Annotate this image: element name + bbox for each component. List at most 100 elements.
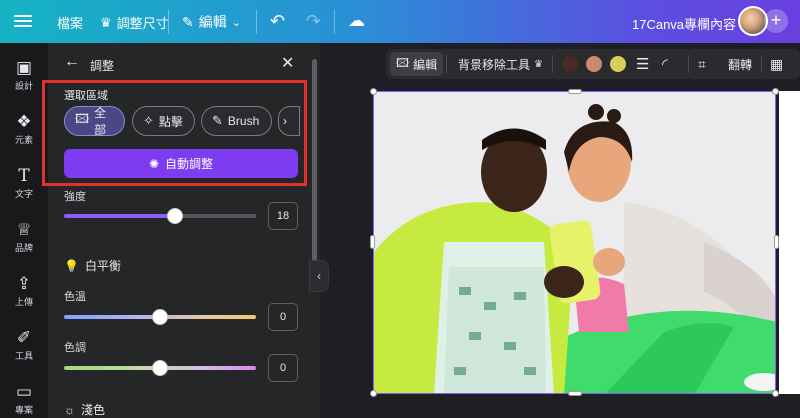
panel-scrollbar[interactable] (312, 59, 317, 264)
shapes-icon: ❖ (16, 112, 32, 131)
rail-item-label: 工具 (14, 351, 33, 361)
intensity-slider-thumb[interactable] (167, 208, 184, 224)
file-menu[interactable]: 檔案 (57, 13, 83, 32)
topbar-divider (168, 10, 169, 34)
panel-header: ← 調整 ✕ (48, 43, 320, 83)
resize-button[interactable]: ♛ 調整尺寸 (100, 13, 169, 32)
layout-icon: ▣ (15, 58, 33, 77)
rail-item-label: 文字 (14, 189, 33, 199)
topbar-divider (256, 10, 257, 34)
intensity-slider[interactable] (64, 214, 256, 218)
next-page-strip (779, 91, 800, 394)
crown-icon: ♛ (534, 58, 543, 70)
auto-adjust-label: 自動調整 (165, 157, 214, 171)
rail-item-label: 專案 (14, 405, 33, 415)
draw-tool-icon: ✐ (16, 328, 32, 347)
toolbar-divider (446, 55, 447, 73)
chevron-left-icon: ‹ (317, 269, 321, 283)
magic-wand-icon: ✺ (148, 156, 160, 171)
edit-mode-label: 編輯 (198, 14, 227, 30)
tint-label: 色調 (64, 342, 86, 354)
toolbar-divider (688, 55, 689, 73)
rail-item-projects[interactable]: ▭ 專案 (0, 381, 48, 416)
rail-item-text[interactable]: T 文字 (0, 165, 48, 200)
project-title[interactable]: 17Canva專欄內容 (632, 14, 736, 33)
resize-handle[interactable] (772, 88, 779, 95)
hamburger-menu-icon[interactable] (14, 12, 32, 30)
resize-handle[interactable] (568, 391, 582, 396)
resize-handle[interactable] (772, 390, 779, 397)
cloud-save-icon[interactable]: ☁ (348, 11, 365, 31)
resize-handle[interactable] (370, 390, 377, 397)
temperature-value[interactable]: 0 (268, 303, 298, 331)
resize-handle[interactable] (370, 235, 375, 249)
chip-click[interactable]: ✧ 點擊 (132, 106, 195, 136)
chip-click-label: 點擊 (158, 114, 183, 129)
resize-handle[interactable] (370, 88, 377, 95)
crown-icon: ♛ (100, 14, 112, 30)
undo-icon[interactable]: ↶ (270, 11, 285, 32)
sun-icon: ☼ (64, 402, 75, 417)
crop-icon[interactable]: ⌗ (698, 49, 706, 79)
border-style-icon[interactable]: ☰ (636, 49, 649, 79)
edit-image-button[interactable]: 🖾 編輯 (390, 52, 444, 76)
rail-item-tools[interactable]: ✐ 工具 (0, 327, 48, 362)
resize-label: 調整尺寸 (116, 16, 169, 31)
file-menu-label: 檔案 (57, 16, 84, 31)
pencil-icon: ✎ (182, 13, 194, 30)
edit-image-label: 編輯 (413, 57, 438, 72)
lightbulb-icon: 💡 (64, 258, 79, 273)
flip-label: 翻轉 (728, 57, 753, 72)
text-icon: T (18, 166, 30, 186)
rail-item-uploads[interactable]: ⇪ 上傳 (0, 273, 48, 308)
color-swatch[interactable] (610, 56, 626, 72)
left-rail: ▣ 設計 ❖ 元素 T 文字 ♕ 品牌 ⇪ 上傳 ✐ 工具 ▭ 專案 (0, 43, 48, 418)
collapse-panel-button[interactable]: ‹ (309, 260, 329, 292)
rail-item-label: 上傳 (14, 297, 33, 307)
brush-icon: ✎ (212, 113, 223, 128)
people-photo-illustration (374, 92, 775, 393)
image-icon: 🖾 (75, 111, 90, 126)
rail-item-label: 設計 (14, 81, 33, 91)
light-section-header[interactable]: ☼ 淺色 (64, 401, 105, 418)
resize-handle[interactable] (568, 89, 582, 94)
color-swatch[interactable] (562, 56, 578, 72)
transparency-icon[interactable]: ▦ (770, 49, 783, 79)
bg-remover-button[interactable]: 背景移除工具 ♛ (458, 49, 543, 79)
chevron-down-icon: ⌄ (231, 16, 241, 29)
close-icon[interactable]: ✕ (281, 53, 294, 73)
chevron-right-icon: › (283, 114, 287, 128)
intensity-value[interactable]: 18 (268, 202, 298, 230)
tint-slider-thumb[interactable] (152, 360, 168, 376)
temperature-slider-thumb[interactable] (152, 309, 168, 325)
rail-item-design[interactable]: ▣ 設計 (0, 57, 48, 92)
chip-more[interactable]: › (278, 106, 300, 136)
add-collaborator-button[interactable]: + (764, 9, 788, 33)
edit-mode-dropdown[interactable]: ✎ 編輯 ⌄ (182, 12, 241, 32)
redo-icon[interactable]: ↷ (306, 11, 321, 32)
chip-all-label: 全部 (94, 106, 107, 137)
rail-item-brand[interactable]: ♕ 品牌 (0, 219, 48, 254)
corner-rounding-icon[interactable]: ◜ (662, 49, 668, 79)
magic-click-icon: ✧ (143, 113, 154, 128)
intensity-label: 強度 (64, 191, 86, 203)
top-bar: 檔案 ♛ 調整尺寸 ✎ 編輯 ⌄ ↶ ↷ ☁ 17Canva專欄內容 + (0, 0, 800, 43)
tint-value[interactable]: 0 (268, 354, 298, 382)
chip-brush-label: Brush (227, 114, 260, 128)
panel-title: 調整 (90, 59, 115, 73)
rail-item-elements[interactable]: ❖ 元素 (0, 111, 48, 146)
flip-button[interactable]: 翻轉 (728, 49, 752, 79)
resize-handle[interactable] (774, 235, 779, 249)
chip-all[interactable]: 🖾 全部 (64, 106, 125, 137)
upload-cloud-icon: ⇪ (16, 274, 32, 293)
color-swatch[interactable] (586, 56, 602, 72)
temperature-label: 色溫 (64, 291, 86, 303)
context-toolbar: 🖾 編輯 背景移除工具 ♛ ☰ ◜ ⌗ 翻轉 ▦ (386, 49, 800, 79)
canvas-photo[interactable] (373, 91, 776, 394)
rail-item-label: 元素 (14, 135, 33, 145)
auto-adjust-button[interactable]: ✺ 自動調整 (64, 149, 298, 178)
white-balance-title: 白平衡 (84, 259, 121, 273)
chip-brush[interactable]: ✎ Brush (201, 106, 272, 136)
back-arrow-icon[interactable]: ← (64, 53, 80, 71)
white-balance-header[interactable]: 💡 白平衡 (64, 257, 121, 274)
